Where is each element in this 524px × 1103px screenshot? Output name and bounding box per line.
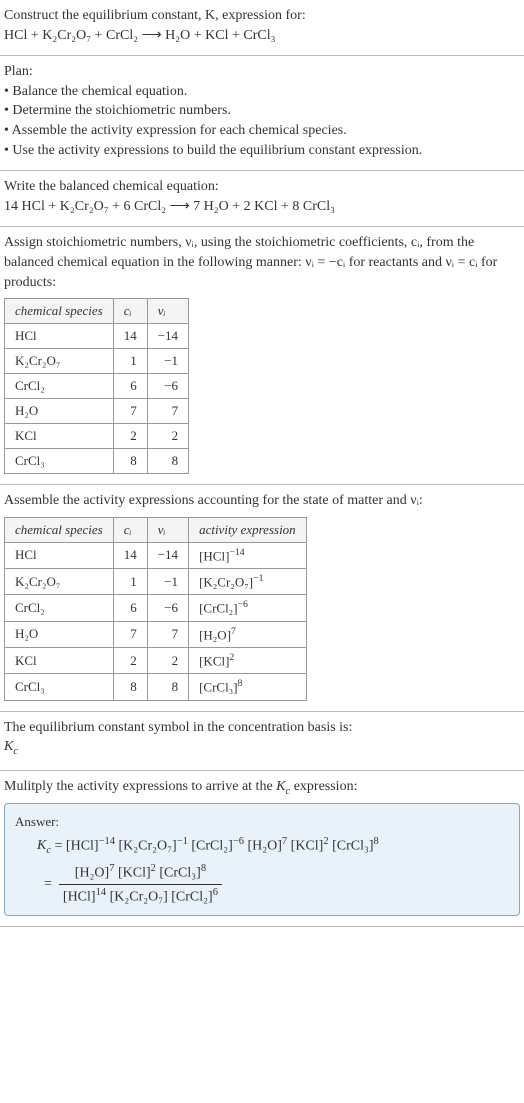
kc-fraction: [H₂O]7 [KCl]2 [CrCl₃]8 [HCl]14 [K₂Cr₂O₇]… bbox=[59, 861, 222, 907]
table-row: K₂Cr₂O₇1−1[K₂Cr₂O₇]−1 bbox=[5, 569, 307, 595]
cell-species: CrCl₂ bbox=[5, 595, 114, 621]
cell-activity: [CrCl₃]8 bbox=[189, 674, 307, 700]
table-row: H₂O77 bbox=[5, 399, 189, 424]
cell-ci: 14 bbox=[113, 542, 147, 568]
table-row: CrCl₃88 bbox=[5, 449, 189, 474]
cell-ci: 6 bbox=[113, 374, 147, 399]
section-stoich: Assign stoichiometric numbers, νᵢ, using… bbox=[0, 227, 524, 485]
plan-bullet-3: • Assemble the activity expression for e… bbox=[4, 123, 347, 138]
cell-ci: 6 bbox=[113, 595, 147, 621]
table-row: CrCl₂6−6[CrCl₂]−6 bbox=[5, 595, 307, 621]
kc-symbol: Kc bbox=[4, 739, 18, 754]
cell-nui: 8 bbox=[147, 449, 188, 474]
cell-nui: −1 bbox=[147, 569, 188, 595]
kc-product-line: Kc = [HCl]−14 [K₂Cr₂O₇]−1 [CrCl₂]−6 [H₂O… bbox=[37, 834, 509, 859]
cell-species: KCl bbox=[5, 424, 114, 449]
table-row: HCl14−14 bbox=[5, 324, 189, 349]
plan-bullet-1: • Balance the chemical equation. bbox=[4, 84, 187, 99]
cell-nui: 7 bbox=[147, 399, 188, 424]
cell-species: KCl bbox=[5, 648, 114, 674]
cell-nui: −6 bbox=[147, 595, 188, 621]
cell-activity: [K₂Cr₂O₇]−1 bbox=[189, 569, 307, 595]
answer-box: Answer: Kc = [HCl]−14 [K₂Cr₂O₇]−1 [CrCl₂… bbox=[4, 803, 520, 916]
cell-ci: 7 bbox=[113, 399, 147, 424]
cell-nui: −14 bbox=[147, 542, 188, 568]
kc-denominator: [HCl]14 [K₂Cr₂O₇] [CrCl₂]6 bbox=[59, 885, 222, 908]
cell-nui: 7 bbox=[147, 621, 188, 647]
cell-ci: 7 bbox=[113, 621, 147, 647]
cell-activity: [H₂O]7 bbox=[189, 621, 307, 647]
table-row: KCl22 bbox=[5, 424, 189, 449]
stoich-intro: Assign stoichiometric numbers, νᵢ, using… bbox=[4, 233, 520, 292]
col-ci: cᵢ bbox=[113, 517, 147, 542]
table-row: CrCl₂6−6 bbox=[5, 374, 189, 399]
plan-heading: Plan: bbox=[4, 64, 33, 79]
cell-nui: −1 bbox=[147, 349, 188, 374]
col-ci: cᵢ bbox=[113, 299, 147, 324]
section-answer: Mulitply the activity expressions to arr… bbox=[0, 771, 524, 928]
col-species: chemical species bbox=[5, 299, 114, 324]
problem-statement: Construct the equilibrium constant, K, e… bbox=[4, 6, 520, 45]
cell-species: H₂O bbox=[5, 399, 114, 424]
cell-species: CrCl₃ bbox=[5, 449, 114, 474]
cell-nui: 2 bbox=[147, 648, 188, 674]
stoich-table: chemical species cᵢ νᵢ HCl14−14 K₂Cr₂O₇1… bbox=[4, 298, 189, 474]
cell-nui: 2 bbox=[147, 424, 188, 449]
table-header-row: chemical species cᵢ νᵢ bbox=[5, 299, 189, 324]
table-row: KCl22[KCl]2 bbox=[5, 648, 307, 674]
activity-intro: Assemble the activity expressions accoun… bbox=[4, 491, 520, 511]
section-problem: Construct the equilibrium constant, K, e… bbox=[0, 0, 524, 56]
problem-equation: HCl + K₂Cr₂O₇ + CrCl₂ ⟶ H₂O + KCl + CrCl… bbox=[4, 28, 276, 43]
table-row: H₂O77[H₂O]7 bbox=[5, 621, 307, 647]
cell-nui: −14 bbox=[147, 324, 188, 349]
section-kc-symbol: The equilibrium constant symbol in the c… bbox=[0, 712, 524, 771]
cell-species: HCl bbox=[5, 542, 114, 568]
cell-ci: 8 bbox=[113, 674, 147, 700]
cell-activity: [HCl]−14 bbox=[189, 542, 307, 568]
balanced-intro: Write the balanced chemical equation: bbox=[4, 179, 219, 194]
cell-ci: 8 bbox=[113, 449, 147, 474]
section-activity: Assemble the activity expressions accoun… bbox=[0, 485, 524, 712]
cell-species: K₂Cr₂O₇ bbox=[5, 349, 114, 374]
kc-fraction-line: = [H₂O]7 [KCl]2 [CrCl₃]8 [HCl]14 [K₂Cr₂O… bbox=[37, 861, 509, 907]
section-balanced: Write the balanced chemical equation: 14… bbox=[0, 171, 524, 227]
col-activity: activity expression bbox=[189, 517, 307, 542]
col-nui: νᵢ bbox=[147, 299, 188, 324]
col-species: chemical species bbox=[5, 517, 114, 542]
col-nui: νᵢ bbox=[147, 517, 188, 542]
cell-ci: 2 bbox=[113, 424, 147, 449]
table-row: CrCl₃88[CrCl₃]8 bbox=[5, 674, 307, 700]
cell-species: HCl bbox=[5, 324, 114, 349]
plan-bullet-4: • Use the activity expressions to build … bbox=[4, 143, 422, 158]
cell-nui: −6 bbox=[147, 374, 188, 399]
cell-activity: [CrCl₂]−6 bbox=[189, 595, 307, 621]
problem-line1: Construct the equilibrium constant, K, e… bbox=[4, 8, 306, 23]
cell-species: H₂O bbox=[5, 621, 114, 647]
table-row: K₂Cr₂O₇1−1 bbox=[5, 349, 189, 374]
kc-numerator: [H₂O]7 [KCl]2 [CrCl₃]8 bbox=[59, 861, 222, 885]
cell-ci: 2 bbox=[113, 648, 147, 674]
cell-species: CrCl₂ bbox=[5, 374, 114, 399]
answer-intro: Mulitply the activity expressions to arr… bbox=[4, 777, 520, 799]
table-row: HCl14−14[HCl]−14 bbox=[5, 542, 307, 568]
cell-ci: 1 bbox=[113, 349, 147, 374]
cell-species: K₂Cr₂O₇ bbox=[5, 569, 114, 595]
cell-activity: [KCl]2 bbox=[189, 648, 307, 674]
section-plan: Plan: • Balance the chemical equation. •… bbox=[0, 56, 524, 171]
table-header-row: chemical species cᵢ νᵢ activity expressi… bbox=[5, 517, 307, 542]
activity-table: chemical species cᵢ νᵢ activity expressi… bbox=[4, 517, 307, 701]
answer-label: Answer: bbox=[15, 812, 509, 832]
cell-nui: 8 bbox=[147, 674, 188, 700]
plan-bullet-2: • Determine the stoichiometric numbers. bbox=[4, 103, 231, 118]
cell-ci: 1 bbox=[113, 569, 147, 595]
cell-species: CrCl₃ bbox=[5, 674, 114, 700]
cell-ci: 14 bbox=[113, 324, 147, 349]
kc-symbol-intro: The equilibrium constant symbol in the c… bbox=[4, 720, 352, 735]
balanced-equation: 14 HCl + K₂Cr₂O₇ + 6 CrCl₂ ⟶ 7 H₂O + 2 K… bbox=[4, 199, 335, 214]
